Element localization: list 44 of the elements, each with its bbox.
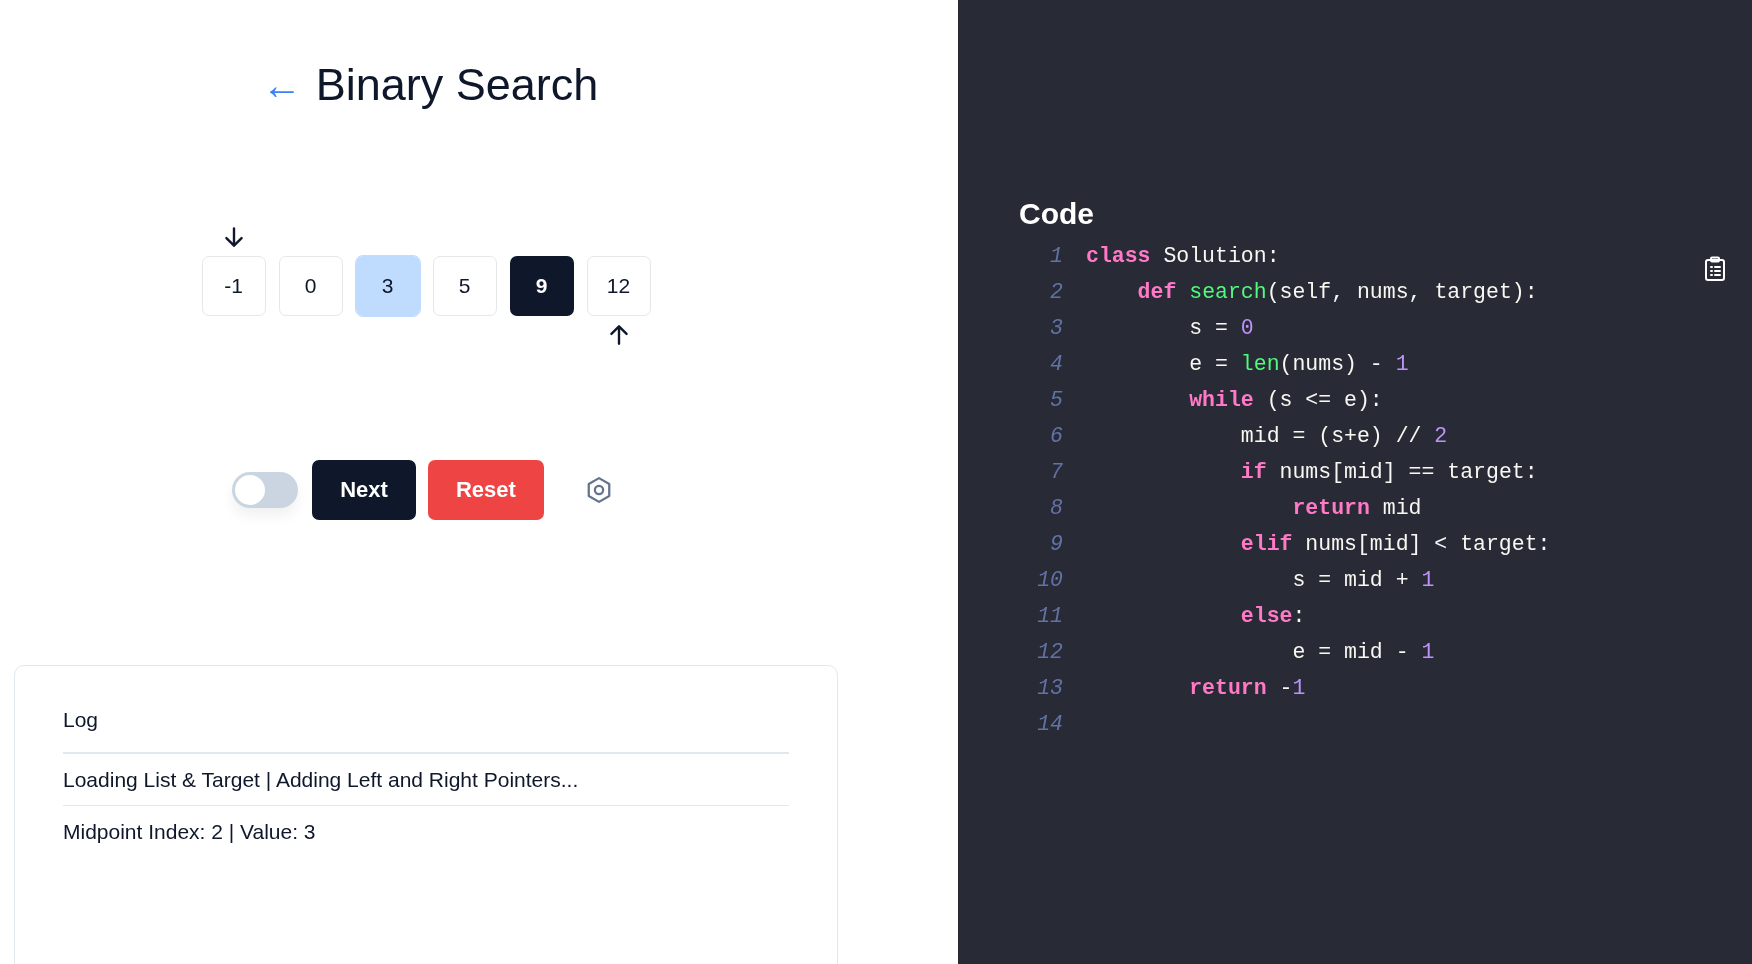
line-number: 2 xyxy=(1049,280,1063,304)
code-line: elif nums[mid] < target: xyxy=(1239,532,1551,556)
line-number: 4 xyxy=(1049,352,1063,376)
log-entry: Loading List & Target | Adding Left and Right Pointers... xyxy=(63,754,789,806)
array-cell: 12 xyxy=(586,256,651,316)
array-cell: 9 xyxy=(509,256,574,316)
reset-button[interactable]: Reset xyxy=(427,460,544,520)
line-number: 6 xyxy=(1049,424,1063,448)
line-number: 7 xyxy=(1049,460,1063,484)
line-number: 1 xyxy=(1049,244,1063,268)
code-line: e = len(nums) - 1 xyxy=(1188,352,1409,376)
code-line: if nums[mid] == target: xyxy=(1239,460,1538,484)
next-button[interactable]: Next xyxy=(312,460,416,520)
log-entry: Midpoint Index: 2 | Value: 3 xyxy=(63,819,317,845)
copy-button[interactable] xyxy=(1704,256,1726,282)
line-number: 12 xyxy=(1036,640,1063,664)
code-line: mid = (s+e) // 2 xyxy=(1239,424,1448,448)
clipboard-icon xyxy=(1704,256,1726,282)
page-title: Binary Search xyxy=(315,58,599,112)
toggle-switch[interactable] xyxy=(232,472,299,508)
line-number: 13 xyxy=(1036,676,1063,700)
array-cell: -1 xyxy=(201,256,266,316)
code-line: s = 0 xyxy=(1188,316,1254,340)
code-line: while (s <= e): xyxy=(1188,388,1383,412)
code-line: return -1 xyxy=(1188,676,1306,700)
line-number: 8 xyxy=(1049,496,1063,520)
line-number: 5 xyxy=(1049,388,1063,412)
code-line: def search(self, nums, target): xyxy=(1136,280,1538,304)
code-line: e = mid - 1 xyxy=(1291,640,1435,664)
code-title: Code xyxy=(1019,196,1095,232)
array-cell: 0 xyxy=(278,256,343,316)
line-number: 11 xyxy=(1036,604,1063,628)
line-number: 9 xyxy=(1049,532,1063,556)
log-title: Log xyxy=(63,708,789,754)
array-cell: 5 xyxy=(432,256,497,316)
back-arrow[interactable]: ← xyxy=(261,65,302,105)
line-number: 3 xyxy=(1049,316,1063,340)
array-cell: 3 xyxy=(355,256,420,316)
code-line: s = mid + 1 xyxy=(1291,568,1435,592)
code-line: return mid xyxy=(1291,496,1422,520)
code-line: else: xyxy=(1239,604,1306,628)
line-number: 10 xyxy=(1036,568,1063,592)
code-line: class Solution: xyxy=(1086,244,1280,268)
line-number: 14 xyxy=(1036,712,1063,736)
